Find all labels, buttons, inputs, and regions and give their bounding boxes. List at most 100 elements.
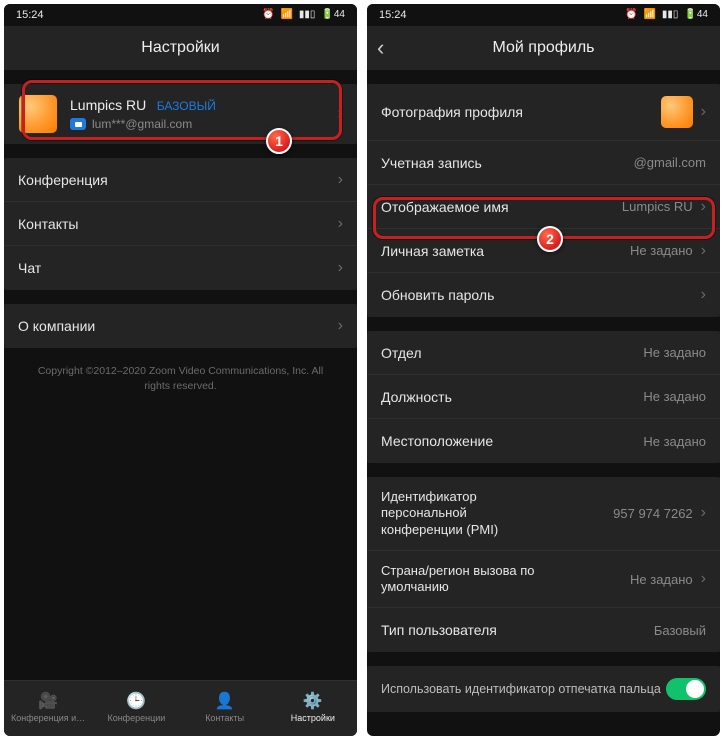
row-label: Использовать идентификатор отпечатка пал… (381, 682, 661, 696)
tab-settings[interactable]: ⚙️ Настройки (269, 681, 357, 736)
row-label: Тип пользователя (381, 622, 497, 638)
page-title: Настройки (141, 39, 219, 57)
tab-label: Контакты (205, 713, 244, 723)
row-label: Учетная запись (381, 155, 482, 171)
statusbar: 15:24 ⏰ 📶 ▮▮▯ 🔋44 (367, 4, 720, 26)
back-button[interactable]: ‹ (377, 26, 384, 70)
profile-plan-badge: БАЗОВЫЙ (157, 99, 216, 113)
zoom-icon (70, 118, 86, 130)
header-profile: ‹ Мой профиль (367, 26, 720, 70)
row-value: Lumpics RU (622, 199, 693, 214)
chevron-right-icon: › (701, 103, 706, 121)
status-time: 15:24 (379, 9, 407, 21)
profile-group-1: Фотография профиля › Учетная запись @gma… (367, 84, 720, 317)
row-value: Не задано (643, 434, 706, 449)
person-icon: 👤 (215, 694, 235, 710)
row-value: 957 974 7262 (613, 506, 693, 521)
chevron-right-icon: › (701, 570, 706, 588)
row-label: Конференция (18, 172, 108, 188)
row-about[interactable]: О компании › (4, 304, 357, 348)
status-icons: ⏰ 📶 ▮▮▯ 🔋44 (262, 10, 345, 20)
phone-right-profile: 15:24 ⏰ 📶 ▮▮▯ 🔋44 ‹ Мой профиль Фотограф… (367, 4, 720, 736)
row-call-region[interactable]: Страна/регион вызова по умолчанию Не зад… (367, 551, 720, 609)
profile-email: lum***@gmail.com (92, 117, 192, 131)
profile-name: Lumpics RU (70, 97, 146, 113)
bottom-tabbar: 🎥 Конференция и… 🕒 Конференции 👤 Контакт… (4, 680, 357, 736)
wifi-icon: 📶 (643, 10, 655, 20)
row-value: Не задано (630, 572, 693, 587)
row-contacts[interactable]: Контакты › (4, 202, 357, 246)
row-label: Обновить пароль (381, 287, 494, 303)
wifi-icon: 📶 (280, 10, 292, 20)
row-value: @gmail.com (634, 155, 706, 170)
profile-row[interactable]: Lumpics RU БАЗОВЫЙ lum***@gmail.com › (4, 84, 357, 144)
tab-label: Настройки (291, 713, 335, 723)
row-value: Не задано (643, 389, 706, 404)
row-label: Страна/регион вызова по умолчанию (381, 563, 541, 596)
chevron-right-icon: › (338, 317, 343, 335)
badge-1: 1 (266, 128, 292, 154)
row-department[interactable]: Отдел Не задано (367, 331, 720, 375)
signal-icon: ▮▮▯ (662, 10, 679, 20)
videocam-icon: 🎥 (38, 694, 58, 710)
row-update-password[interactable]: Обновить пароль › (367, 273, 720, 317)
tab-meet[interactable]: 🎥 Конференция и… (4, 681, 92, 736)
avatar (18, 94, 58, 134)
status-time: 15:24 (16, 9, 44, 21)
chevron-right-icon: › (338, 259, 343, 277)
row-label: Чат (18, 260, 41, 276)
profile-card-group: Lumpics RU БАЗОВЫЙ lum***@gmail.com › (4, 84, 357, 144)
row-position[interactable]: Должность Не задано (367, 375, 720, 419)
header-settings: Настройки (4, 26, 357, 70)
row-profile-photo[interactable]: Фотография профиля › (367, 84, 720, 141)
page-title: Мой профиль (492, 39, 594, 57)
row-pmi[interactable]: Идентификатор персональной конференции (… (367, 477, 720, 551)
row-label: Отображаемое имя (381, 199, 509, 215)
battery-icon: 🔋44 (684, 10, 708, 20)
alarm-icon: ⏰ (262, 10, 274, 20)
badge-2: 2 (537, 226, 563, 252)
row-display-name[interactable]: Отображаемое имя Lumpics RU › (367, 185, 720, 229)
row-account[interactable]: Учетная запись @gmail.com (367, 141, 720, 185)
gear-icon: ⚙️ (303, 694, 323, 710)
chevron-right-icon: › (338, 105, 343, 123)
profile-group-2: Отдел Не задано Должность Не задано Мест… (367, 331, 720, 463)
alarm-icon: ⏰ (625, 10, 637, 20)
row-label: Фотография профиля (381, 104, 523, 120)
settings-group-about: О компании › (4, 304, 357, 348)
battery-icon: 🔋44 (321, 10, 345, 20)
phone-left-settings: 15:24 ⏰ 📶 ▮▮▯ 🔋44 Настройки Lumpics RU Б… (4, 4, 357, 736)
row-label: Личная заметка (381, 243, 484, 259)
row-chat[interactable]: Чат › (4, 246, 357, 290)
settings-group-main: Конференция › Контакты › Чат › (4, 158, 357, 290)
chevron-right-icon: › (701, 242, 706, 260)
clock-icon: 🕒 (126, 694, 146, 710)
row-fingerprint[interactable]: Использовать идентификатор отпечатка пал… (367, 666, 720, 712)
profile-group-4: Использовать идентификатор отпечатка пал… (367, 666, 720, 712)
tab-meetings[interactable]: 🕒 Конференции (92, 681, 180, 736)
row-location[interactable]: Местоположение Не задано (367, 419, 720, 463)
copyright-text: Copyright ©2012–2020 Zoom Video Communic… (4, 348, 357, 393)
fingerprint-toggle[interactable] (666, 678, 706, 700)
signal-icon: ▮▮▯ (299, 10, 316, 20)
status-icons: ⏰ 📶 ▮▮▯ 🔋44 (625, 10, 708, 20)
tab-contacts[interactable]: 👤 Контакты (181, 681, 269, 736)
row-label: Контакты (18, 216, 78, 232)
avatar (661, 96, 693, 128)
row-conference[interactable]: Конференция › (4, 158, 357, 202)
chevron-right-icon: › (701, 198, 706, 216)
chevron-right-icon: › (338, 215, 343, 233)
row-value: Базовый (654, 623, 706, 638)
row-label: О компании (18, 318, 95, 334)
row-value: Не задано (630, 243, 693, 258)
row-label: Отдел (381, 345, 422, 361)
row-label: Местоположение (381, 433, 493, 449)
tab-label: Конференция и… (11, 713, 85, 723)
row-label: Должность (381, 389, 452, 405)
profile-group-3: Идентификатор персональной конференции (… (367, 477, 720, 652)
tab-label: Конференции (107, 713, 165, 723)
row-user-type[interactable]: Тип пользователя Базовый (367, 608, 720, 652)
chevron-right-icon: › (701, 286, 706, 304)
row-value: Не задано (643, 345, 706, 360)
chevron-right-icon: › (338, 171, 343, 189)
